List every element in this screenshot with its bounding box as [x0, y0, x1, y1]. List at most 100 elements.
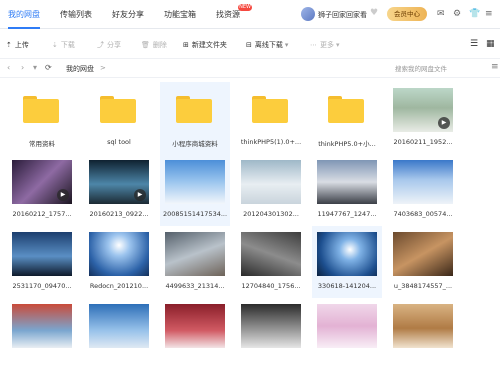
search-input[interactable]: 搜索我的网盘文件 [395, 63, 447, 73]
file-name: sql tool [107, 138, 131, 146]
file-name: thinkPHP5(1).0+... [240, 138, 302, 146]
file-item[interactable] [312, 298, 382, 370]
image-thumbnail [241, 304, 301, 348]
play-icon: ▶ [438, 117, 450, 129]
image-thumbnail [89, 232, 149, 276]
image-thumbnail [12, 232, 72, 276]
file-item[interactable]: 11947767_1247... [312, 154, 382, 226]
file-name: 20160212_1757... [12, 210, 72, 218]
file-item[interactable]: 12704840_1756... [236, 226, 306, 298]
options-icon[interactable]: ≡ [491, 62, 499, 72]
play-icon: ▶ [57, 189, 69, 201]
file-item[interactable]: Redocn_201210... [84, 226, 154, 298]
folder-icon [176, 96, 212, 123]
file-item[interactable]: 2531170_09470... [7, 226, 77, 298]
file-name: 330618-141204... [317, 282, 377, 290]
file-item[interactable]: 20085151417534... [160, 154, 230, 226]
file-item[interactable] [84, 298, 154, 370]
download-button[interactable]: ⇣ 下载 [52, 40, 75, 50]
member-center-button[interactable]: 会员中心 [387, 7, 427, 21]
address-bar: ‹ › ▾ ⟳ 我的网盘 > 搜索我的网盘文件 ≡ [0, 58, 500, 78]
image-thumbnail [165, 160, 225, 204]
image-thumbnail [393, 232, 453, 276]
tab-friend-share[interactable]: 好友分享 [112, 9, 144, 20]
top-nav-bar: 我的网盘 传输列表 好友分享 功能宝箱 找资源 NEW 狮子回家回家看 ♥ 会员… [0, 0, 500, 29]
file-item[interactable]: 常用资料 [7, 82, 77, 154]
file-name: 11947767_1247... [317, 210, 377, 218]
folder-icon [252, 96, 288, 123]
folder-icon [100, 96, 136, 123]
refresh-icon[interactable]: ⟳ [45, 63, 52, 72]
share-button[interactable]: ⤴ 分享 [97, 40, 121, 50]
file-item[interactable]: 201204301302... [236, 154, 306, 226]
image-thumbnail [317, 232, 377, 276]
heart-icon[interactable]: ♥ [370, 8, 378, 18]
tab-feature-box[interactable]: 功能宝箱 [164, 9, 196, 20]
ellipsis-icon: ⋯ [310, 41, 317, 49]
shirt-icon[interactable]: 👕 [469, 8, 480, 20]
dropdown-icon[interactable]: ▾ [33, 63, 37, 72]
offline-download-button[interactable]: ⊟ 离线下载 ▾ [246, 40, 288, 50]
file-name: Redocn_201210... [89, 282, 149, 290]
image-thumbnail [165, 232, 225, 276]
file-item[interactable]: 小程序商城资料 [160, 82, 230, 154]
toolbar: ⇡ 上传 ⇣ 下载 ⤴ 分享 🗑 删除 ⊞ 新建文件夹 ⊟ 离线下载 ▾ ⋯ 更多 ▾ ☰ ▦ [0, 35, 500, 57]
file-item[interactable]: sql tool [84, 82, 154, 154]
file-name: 2531170_09470... [12, 282, 72, 290]
file-item[interactable]: thinkPHP5(1).0+... [236, 82, 306, 154]
list-view-icon[interactable]: ☰ [470, 39, 478, 49]
gear-icon[interactable]: ⚙ [453, 8, 461, 20]
file-item[interactable] [236, 298, 306, 370]
video-thumbnail: ▶ [89, 160, 149, 204]
grid-view-icon[interactable]: ▦ [486, 39, 495, 49]
file-item[interactable]: ▶ 20160212_1757... [7, 154, 77, 226]
image-thumbnail [12, 304, 72, 348]
file-name: 常用资料 [29, 140, 55, 148]
file-name: 4499633_21314... [165, 282, 225, 290]
tab-my-drive[interactable]: 我的网盘 [8, 9, 40, 29]
file-name: 20160213_0922... [89, 210, 149, 218]
file-item[interactable]: u_3848174557_... [388, 226, 458, 298]
image-thumbnail [165, 304, 225, 348]
back-icon[interactable]: ‹ [7, 63, 10, 72]
more-button[interactable]: ⋯ 更多 ▾ [310, 40, 340, 50]
folder-plus-icon: ⊞ [183, 41, 189, 49]
file-name: 12704840_1756... [241, 282, 301, 290]
image-thumbnail [317, 304, 377, 348]
download-icon: ⇣ [52, 41, 58, 49]
file-item[interactable]: 4499633_21314... [160, 226, 230, 298]
breadcrumb[interactable]: 我的网盘 [66, 64, 94, 74]
image-thumbnail [89, 304, 149, 348]
file-item[interactable] [7, 298, 77, 370]
file-name: thinkPHP5.0+小... [318, 140, 376, 148]
delete-button[interactable]: 🗑 删除 [141, 40, 167, 50]
upload-button[interactable]: ⇡ 上传 [6, 40, 29, 50]
file-item[interactable]: 330618-141204... [312, 226, 382, 298]
image-thumbnail [393, 304, 453, 348]
username[interactable]: 狮子回家回家看 [318, 10, 367, 20]
trash-icon: 🗑 [141, 41, 150, 49]
image-thumbnail [393, 160, 453, 204]
new-folder-button[interactable]: ⊞ 新建文件夹 [183, 40, 227, 50]
file-item[interactable]: 7403683_00574... [388, 154, 458, 226]
file-name: 20085151417534... [162, 210, 228, 218]
file-name: 小程序商城资料 [172, 140, 218, 148]
file-item[interactable] [160, 298, 230, 370]
file-item[interactable] [388, 298, 458, 370]
tab-transfer-list[interactable]: 传输列表 [60, 9, 92, 20]
image-thumbnail [241, 160, 301, 204]
file-item[interactable]: ▶ 20160213_0922... [84, 154, 154, 226]
avatar[interactable] [301, 7, 315, 21]
play-icon: ▶ [134, 189, 146, 201]
file-name: u_3848174557_... [393, 282, 453, 290]
menu-icon[interactable]: ≡ [485, 8, 493, 20]
file-item[interactable]: thinkPHP5.0+小... [312, 82, 382, 154]
new-badge: NEW [238, 4, 252, 11]
file-name: 7403683_00574... [393, 210, 453, 218]
chevron-down-icon: ▾ [336, 41, 340, 49]
mail-icon[interactable]: ✉ [437, 8, 445, 20]
tab-find-resources[interactable]: 找资源 [216, 9, 240, 20]
folder-icon [328, 96, 364, 123]
file-item[interactable]: ▶ 20160211_1952... [388, 82, 458, 154]
forward-icon[interactable]: › [21, 63, 24, 72]
